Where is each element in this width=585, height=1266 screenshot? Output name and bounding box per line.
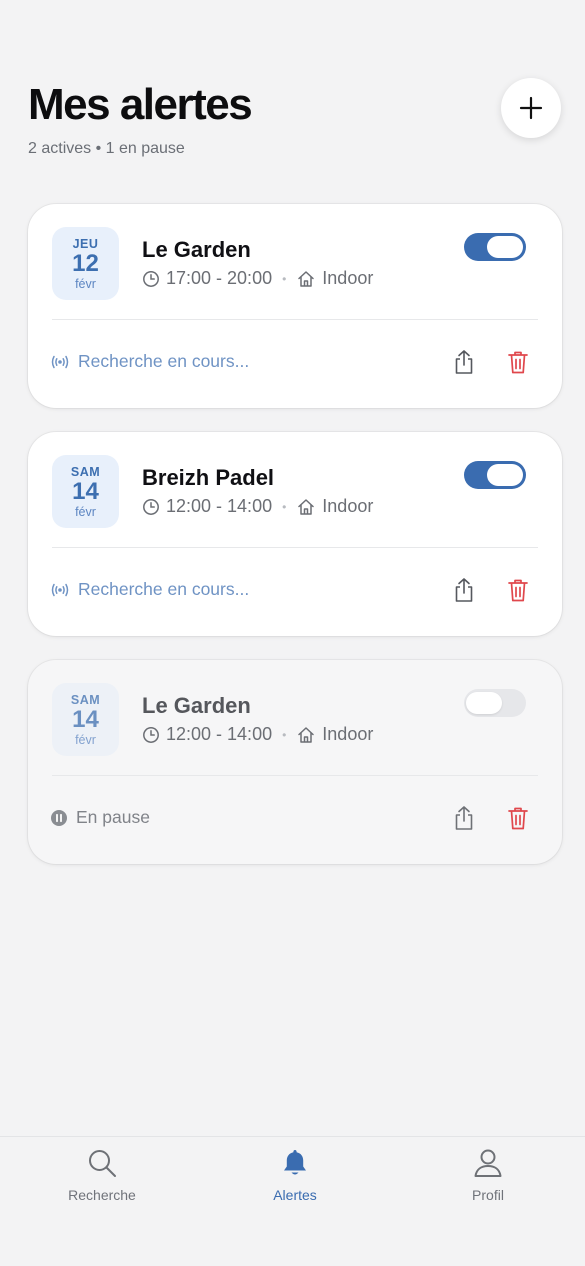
delete-button[interactable] [506, 805, 530, 836]
alert-status: Recherche en cours... [50, 579, 249, 600]
radar-icon [51, 355, 69, 368]
tab-label: Profil [472, 1187, 504, 1203]
alert-card[interactable]: JEU 12 févr Le Garden 17:00 - 20:00 • In… [28, 204, 562, 408]
date-badge: SAM 14 févr [52, 683, 119, 756]
page-title: Mes alertes [28, 80, 253, 129]
separator-dot: • [282, 499, 287, 514]
alerts-screen: Mes alertes 2 actives • 1 en pause JEU 1… [0, 0, 585, 1266]
toggle-knob [487, 236, 523, 258]
tab-alertes[interactable]: Alertes [235, 1147, 355, 1203]
date-day-of-week: SAM [70, 464, 101, 479]
radar-icon [51, 583, 69, 596]
alert-meta: 12:00 - 14:00 • Indoor [142, 496, 373, 517]
separator-dot: • [282, 727, 287, 742]
alerts-summary: 2 actives • 1 en pause [28, 140, 185, 157]
plus-icon [519, 96, 543, 120]
card-divider [52, 547, 538, 548]
alert-card-paused[interactable]: SAM 14 févr Le Garden 12:00 - 14:00 • In… [28, 660, 562, 864]
separator-dot: • [282, 271, 287, 286]
card-divider [52, 775, 538, 776]
time-range: 17:00 - 20:00 [166, 268, 273, 288]
status-text: En pause [76, 807, 150, 827]
delete-button[interactable] [506, 349, 530, 380]
home-icon [298, 498, 315, 515]
bottom-tab-bar: Recherche Alertes Profil [0, 1136, 585, 1222]
alert-toggle[interactable] [464, 461, 526, 489]
share-icon [455, 806, 473, 830]
card-divider [52, 319, 538, 320]
date-badge: SAM 14 févr [52, 455, 119, 528]
tab-profil[interactable]: Profil [428, 1147, 548, 1203]
trash-icon [508, 351, 528, 374]
alert-toggle[interactable] [464, 689, 526, 717]
tab-label: Recherche [68, 1187, 136, 1203]
date-day: 14 [72, 477, 99, 505]
date-month: févr [75, 504, 96, 519]
court-type: Indoor [322, 268, 374, 288]
date-day: 12 [72, 249, 99, 277]
status-text: Recherche en cours... [78, 351, 250, 371]
clock-icon [143, 498, 159, 515]
search-icon [89, 1150, 116, 1177]
share-icon [455, 350, 473, 374]
page-header: Mes alertes 2 actives • 1 en pause [28, 78, 561, 170]
time-range: 12:00 - 14:00 [166, 496, 273, 516]
alert-card[interactable]: SAM 14 févr Breizh Padel 12:00 - 14:00 •… [28, 432, 562, 636]
toggle-knob [487, 464, 523, 486]
tab-recherche[interactable]: Recherche [42, 1147, 162, 1203]
delete-button[interactable] [506, 577, 530, 608]
court-type: Indoor [322, 496, 374, 516]
trash-icon [508, 579, 528, 602]
share-button[interactable] [452, 805, 476, 836]
share-button[interactable] [452, 577, 476, 608]
club-name: Breizh Padel [142, 465, 275, 490]
user-icon [474, 1149, 502, 1177]
home-icon [298, 726, 315, 743]
alert-meta: 12:00 - 14:00 • Indoor [142, 724, 373, 745]
clock-icon [143, 270, 159, 287]
share-button[interactable] [452, 349, 476, 380]
date-day-of-week: JEU [72, 236, 99, 251]
alert-status: Recherche en cours... [50, 351, 249, 372]
club-name: Le Garden [142, 693, 251, 718]
add-alert-button[interactable] [501, 78, 561, 138]
court-type: Indoor [322, 724, 374, 744]
share-icon [455, 578, 473, 602]
alert-toggle[interactable] [464, 233, 526, 261]
time-range: 12:00 - 14:00 [166, 724, 273, 744]
bell-icon [284, 1150, 306, 1175]
date-day: 14 [72, 705, 99, 733]
clock-icon [143, 726, 159, 743]
date-day-of-week: SAM [70, 692, 101, 707]
date-month: févr [75, 276, 96, 291]
trash-icon [508, 807, 528, 830]
date-month: févr [75, 732, 96, 747]
date-badge: JEU 12 févr [52, 227, 119, 300]
home-icon [298, 270, 315, 287]
alert-status: En pause [50, 807, 150, 828]
tab-label: Alertes [273, 1187, 317, 1203]
pause-icon [51, 809, 67, 826]
alert-meta: 17:00 - 20:00 • Indoor [142, 268, 373, 289]
status-text: Recherche en cours... [78, 579, 250, 599]
toggle-knob [466, 692, 502, 714]
club-name: Le Garden [142, 237, 251, 262]
